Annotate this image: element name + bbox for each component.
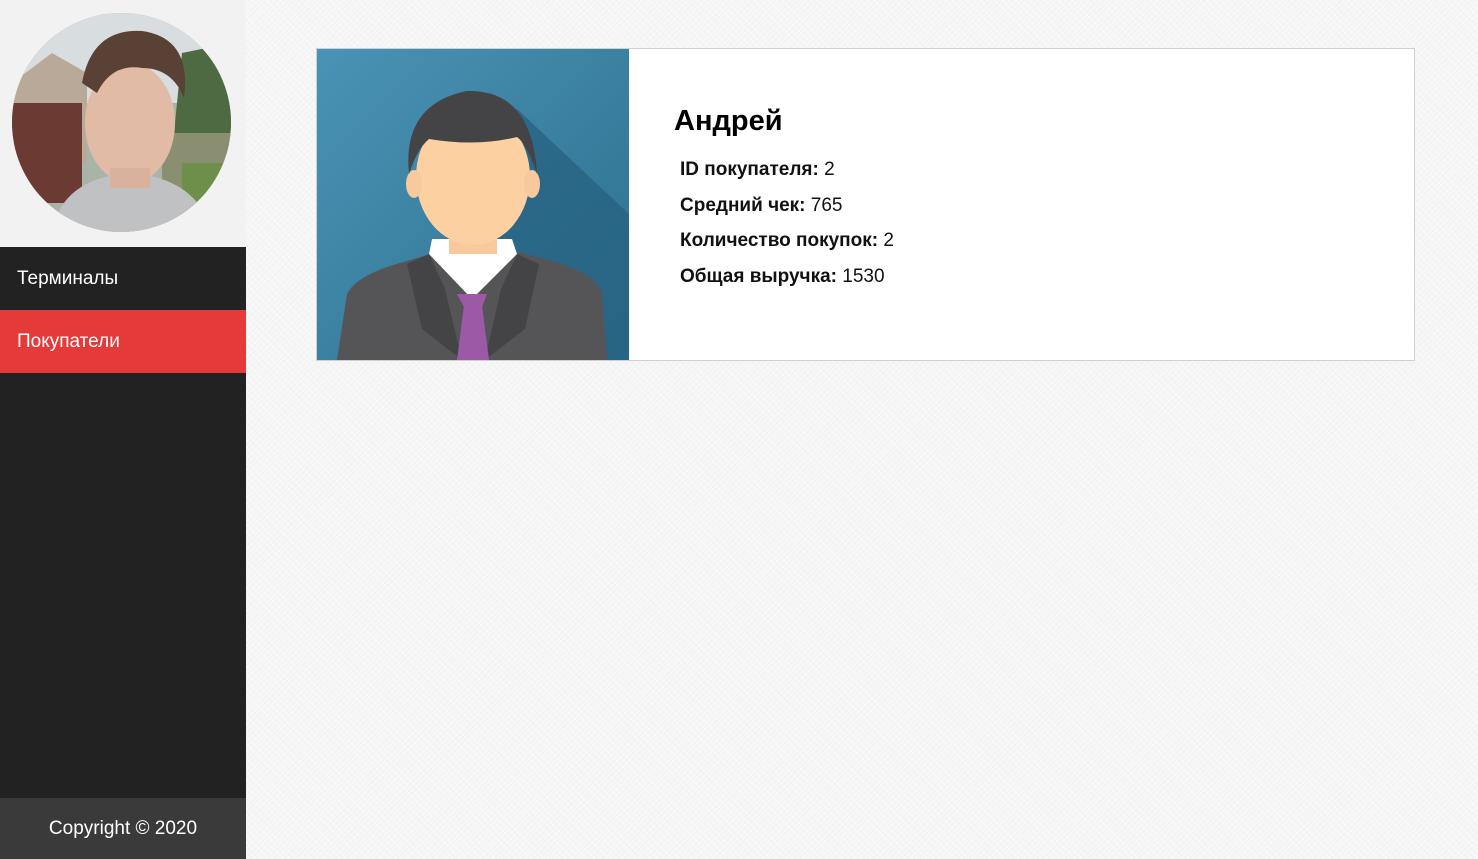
field-value: 2 <box>824 159 835 180</box>
field-purchase-count: Количество покупок: 2 <box>680 229 894 265</box>
profile-box <box>0 0 246 247</box>
footer-copyright: Copyright © 2020 <box>0 798 246 859</box>
user-avatar[interactable] <box>12 13 231 232</box>
field-label: ID покупателя: <box>680 159 825 180</box>
customer-info: Андрей ID покупателя: 2 Средний чек: 765… <box>629 49 894 360</box>
field-customer-id: ID покупателя: 2 <box>680 158 894 194</box>
customer-avatar-illustration <box>317 49 629 360</box>
nav-terminals[interactable]: Терминалы <box>0 247 246 310</box>
field-label: Средний чек: <box>680 194 811 216</box>
field-value: 1530 <box>842 265 885 287</box>
customer-name: Андрей <box>674 105 783 137</box>
field-label: Общая выручка: <box>680 265 843 287</box>
field-value: 765 <box>810 194 843 216</box>
field-average-check: Средний чек: 765 <box>680 194 894 230</box>
field-label: Количество покупок: <box>680 230 884 251</box>
sidebar: Терминалы Покупатели Copyright © 2020 <box>0 0 246 859</box>
field-value: 2 <box>883 230 894 251</box>
field-total-revenue: Общая выручка: 1530 <box>680 265 894 301</box>
customer-card: Андрей ID покупателя: 2 Средний чек: 765… <box>316 48 1415 361</box>
nav-customers[interactable]: Покупатели <box>0 310 246 373</box>
